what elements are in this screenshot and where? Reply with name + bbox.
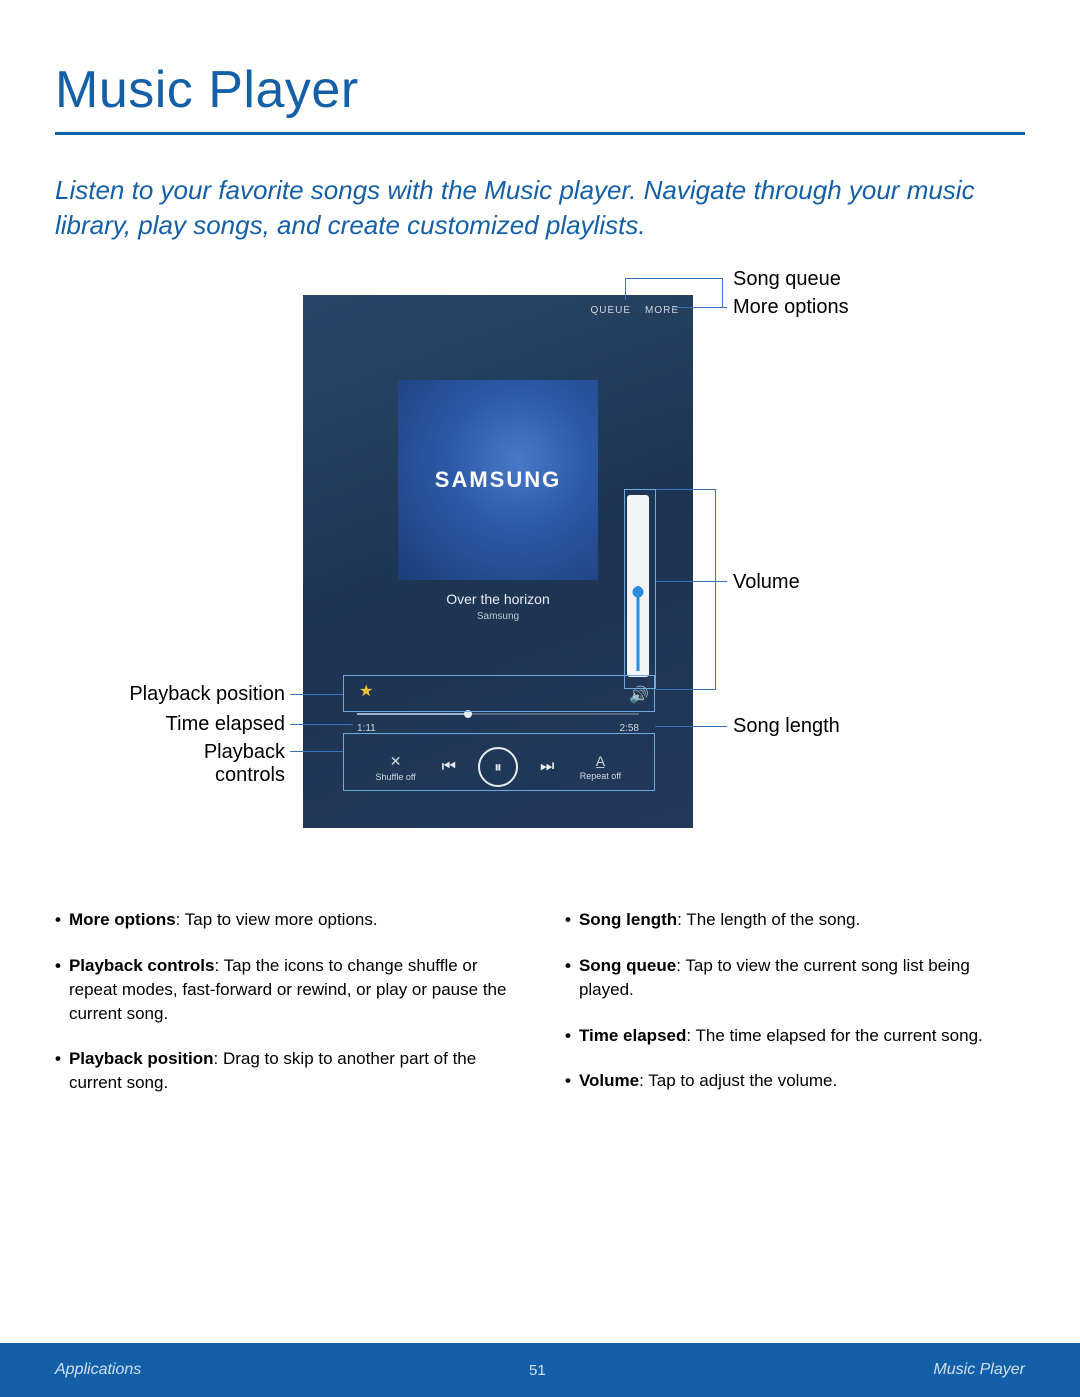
title-rule — [55, 132, 1025, 135]
previous-button[interactable]: ⏮ — [442, 758, 456, 776]
callout-playback-position: Playback position — [105, 683, 285, 706]
shuffle-button[interactable]: ✕ Shuffle off — [372, 753, 420, 782]
play-pause-button[interactable]: ⏸ — [478, 747, 518, 787]
footer-section: Applications — [55, 1361, 141, 1379]
leader-line — [625, 278, 626, 300]
leader-line — [625, 278, 722, 279]
leader-line — [655, 726, 727, 727]
description-item: •Time elapsed: The time elapsed for the … — [565, 1024, 1025, 1048]
leader-line — [722, 278, 723, 307]
repeat-icon: A̲ — [596, 753, 605, 769]
descriptions: •More options: Tap to view more options.… — [55, 908, 1025, 1117]
leader-line — [656, 689, 716, 690]
playback-controls: ✕ Shuffle off ⏮ ⏸ ⏭ A̲ Repeat off — [303, 747, 693, 787]
repeat-label: Repeat off — [580, 771, 621, 781]
description-item: •Song queue: Tap to view the current son… — [565, 954, 1025, 1002]
queue-button[interactable]: QUEUE — [590, 305, 631, 316]
leader-line — [656, 489, 716, 490]
description-item: •Playback controls: Tap the icons to cha… — [55, 954, 515, 1025]
page-footer: Applications 51 Music Player — [0, 1343, 1080, 1397]
callout-time-elapsed: Time elapsed — [105, 713, 285, 736]
description-item: •More options: Tap to view more options. — [55, 908, 515, 932]
repeat-button[interactable]: A̲ Repeat off — [576, 753, 624, 781]
footer-page-number: 51 — [529, 1362, 546, 1379]
description-item: •Song length: The length of the song. — [565, 908, 1025, 932]
leader-line — [290, 751, 343, 752]
progress-track[interactable] — [357, 713, 639, 715]
page-title: Music Player — [55, 60, 1025, 120]
album-brand: SAMSUNG — [435, 467, 561, 493]
callout-more-options: More options — [733, 296, 849, 319]
callout-song-length: Song length — [733, 715, 840, 738]
description-item: •Volume: Tap to adjust the volume. — [565, 1069, 1025, 1093]
diagram-area: QUEUE MORE SAMSUNG Over the horizon Sams… — [55, 283, 1025, 853]
progress-thumb[interactable] — [464, 710, 472, 718]
description-item: •Playback position: Drag to skip to anot… — [55, 1047, 515, 1095]
next-button[interactable]: ⏭ — [540, 758, 554, 776]
progress-fill — [357, 713, 464, 715]
callout-playback-controls: Playback controls — [105, 741, 285, 787]
time-elapsed: 1:11 — [357, 723, 376, 734]
leader-line — [672, 307, 727, 308]
album-art: SAMSUNG — [398, 380, 598, 580]
leader-line — [656, 581, 727, 582]
volume-fill — [637, 586, 640, 671]
phone-screenshot: QUEUE MORE SAMSUNG Over the horizon Sams… — [303, 295, 693, 828]
favorite-star-icon[interactable]: ★ — [359, 681, 373, 701]
shuffle-icon: ✕ — [390, 753, 402, 770]
callout-song-queue: Song queue — [733, 268, 841, 291]
footer-topic: Music Player — [933, 1361, 1025, 1379]
leader-line — [290, 694, 343, 695]
volume-slider[interactable] — [627, 495, 649, 677]
pause-icon: ⏸ — [494, 759, 502, 776]
song-length: 2:58 — [620, 723, 639, 734]
leader-line — [715, 489, 716, 689]
page-intro: Listen to your favorite songs with the M… — [55, 173, 1025, 243]
leader-line — [290, 724, 353, 725]
description-col-left: •More options: Tap to view more options.… — [55, 908, 515, 1117]
callout-volume: Volume — [733, 571, 800, 594]
volume-thumb[interactable] — [633, 587, 644, 598]
volume-icon[interactable]: 🔊 — [629, 685, 649, 705]
description-col-right: •Song length: The length of the song. •So… — [565, 908, 1025, 1117]
shuffle-label: Shuffle off — [375, 772, 415, 782]
